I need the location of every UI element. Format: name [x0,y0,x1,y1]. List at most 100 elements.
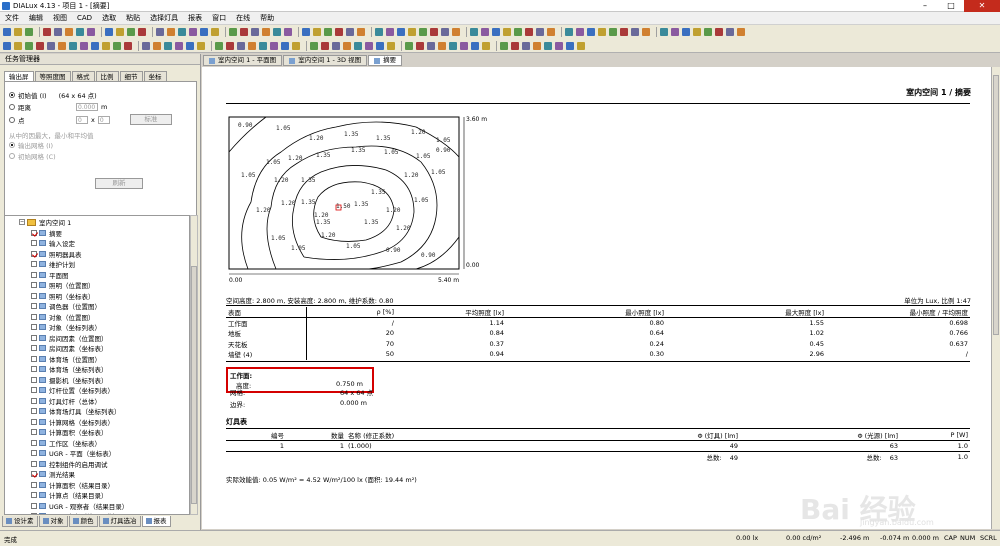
toolbar-button-icon[interactable] [313,28,321,36]
toolbar-button-icon[interactable] [58,41,66,50]
toolbar-button-icon[interactable] [25,41,33,50]
toolbar-button-icon[interactable] [47,41,55,50]
toolbar-button-icon[interactable] [514,28,522,36]
toolbar-button-icon[interactable] [175,41,183,50]
refresh-button[interactable]: 刷新 [95,178,143,189]
tree-checkbox[interactable] [31,334,37,341]
toolbar-button-icon[interactable] [555,41,563,50]
radio-output-grid[interactable] [9,142,15,148]
tree-item[interactable]: 摄影机（坐标列表） [31,375,108,386]
toolbar-button-icon[interactable] [302,28,310,36]
toolbar-button-icon[interactable] [215,41,223,50]
toolbar-button-icon[interactable] [102,41,110,50]
toolbar-button-icon[interactable] [419,28,427,36]
toolbar-button-icon[interactable] [631,28,639,36]
toolbar-button-icon[interactable] [620,28,628,36]
toolbar-button-icon[interactable] [470,28,478,36]
toolbar-button-icon[interactable] [248,41,256,50]
toolbar-button-icon[interactable] [87,28,95,36]
tree-item[interactable]: 照明（位置图） [31,280,95,291]
toolbar-button-icon[interactable] [80,41,88,50]
toolbar-button-icon[interactable] [386,28,394,36]
toolbar-button-icon[interactable] [113,41,121,50]
tree-checkbox[interactable] [31,481,37,488]
toolbar-button-icon[interactable] [240,28,248,36]
tree-checkbox[interactable] [31,387,37,394]
tree-item[interactable]: 工作区（坐标表） [31,438,101,449]
tree-item[interactable]: 计算面积（坐标表） [31,427,108,438]
task-tab[interactable]: 格式 [71,71,95,81]
tree-item[interactable]: 控制组件的启用调试 [31,459,108,470]
point-x-input[interactable]: 0 [76,115,88,124]
tree-checkbox[interactable] [31,313,37,320]
toolbar-button-icon[interactable] [449,41,457,50]
toolbar-button-icon[interactable] [481,28,489,36]
toolbar-button-icon[interactable] [438,41,446,50]
toolbar-button-icon[interactable] [577,41,585,50]
toolbar-button-icon[interactable] [354,41,362,50]
tree-checkbox[interactable] [31,324,37,331]
toolbar-button-icon[interactable] [441,28,449,36]
bottom-tab[interactable]: 设计素 [2,516,38,527]
bottom-tab[interactable]: 对象 [38,516,68,527]
menu-item[interactable]: 文件 [0,12,24,25]
tree-item[interactable]: 计算面积（结果目录） [31,480,114,491]
tree-checkbox[interactable] [31,429,37,436]
toolbar-button-icon[interactable] [452,28,460,36]
option-point[interactable]: 点 0 x 0 标准 [9,114,172,125]
toolbar-button-icon[interactable] [387,41,395,50]
toolbar-button-icon[interactable] [671,28,679,36]
toolbar-button-icon[interactable] [284,28,292,36]
toolbar-button-icon[interactable] [14,28,22,36]
point-y-input[interactable]: 0 [97,115,110,124]
toolbar-button-icon[interactable] [642,28,650,36]
option-initial-value[interactable]: 初始值 (I) (64 x 64 点) [9,90,97,100]
toolbar-button-icon[interactable] [156,28,164,36]
radio-initial-grid[interactable] [9,153,15,159]
toolbar-button-icon[interactable] [138,28,146,36]
tree-item[interactable]: 调色器（位置图） [31,301,101,312]
tree-item[interactable]: 计算网格（坐标列表） [31,417,114,428]
toolbar-button-icon[interactable] [492,28,500,36]
toolbar-button-icon[interactable] [576,28,584,36]
minimize-button[interactable]: – [912,0,938,12]
tree-checkbox[interactable] [31,376,37,383]
toolbar-button-icon[interactable] [500,41,508,50]
tree-item[interactable]: − 室内空间 1 [19,217,71,228]
toolbar-button-icon[interactable] [200,28,208,36]
toolbar-button-icon[interactable] [430,28,438,36]
toolbar-button-icon[interactable] [142,41,150,50]
toolbar-button-icon[interactable] [405,41,413,50]
bottom-tab[interactable]: 灯具选冶 [98,516,141,527]
option-output-grid[interactable]: 输出网格 (I) [9,140,53,150]
menu-item[interactable]: CAD [72,12,97,25]
menu-item[interactable]: 窗口 [207,12,231,25]
toolbar-button-icon[interactable] [105,28,113,36]
toolbar-button-icon[interactable] [186,41,194,50]
toolbar-button-icon[interactable] [375,28,383,36]
tree-item[interactable]: UGR - 平面（坐标表） [31,448,115,459]
toolbar-button-icon[interactable] [211,28,219,36]
toolbar-button-icon[interactable] [127,28,135,36]
tree-checkbox[interactable] [31,439,37,446]
toolbar-button-icon[interactable] [25,28,33,36]
task-tab[interactable]: 细节 [119,71,143,81]
tree-item[interactable]: GR 观察者（结果一览） [31,511,119,514]
toolbar-button-icon[interactable] [332,41,340,50]
toolbar-button-icon[interactable] [587,28,595,36]
toolbar-button-icon[interactable] [116,28,124,36]
bottom-tab[interactable]: 报表 [141,516,171,527]
tree-item[interactable]: 照明器具表 [31,249,82,260]
toolbar-button-icon[interactable] [76,28,84,36]
toolbar-button-icon[interactable] [726,28,734,36]
option-distance[interactable]: 距离 0.000 m [9,102,107,112]
menu-item[interactable]: 编辑 [24,12,48,25]
toolbar-button-icon[interactable] [14,41,22,50]
toolbar-button-icon[interactable] [229,28,237,36]
toolbar-button-icon[interactable] [511,41,519,50]
tree-checkbox[interactable] [31,397,37,404]
toolbar-button-icon[interactable] [251,28,259,36]
radio-point[interactable] [9,116,15,123]
toolbar-button-icon[interactable] [292,41,300,50]
toolbar-button-icon[interactable] [376,41,384,50]
